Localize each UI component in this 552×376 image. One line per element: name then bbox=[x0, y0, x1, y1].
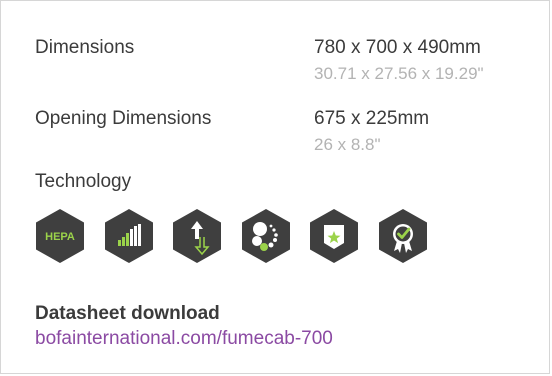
spec-label-opening-dimensions: Opening Dimensions bbox=[35, 108, 212, 129]
spec-subvalue-opening-dimensions: 26 x 8.8" bbox=[314, 135, 381, 154]
spec-value-dimensions: 780 x 700 x 490mm bbox=[314, 37, 481, 58]
shield-star-icon bbox=[308, 207, 360, 265]
signal-bars-icon bbox=[103, 207, 155, 265]
airflow-arrows-icon bbox=[171, 207, 223, 265]
spec-label-dimensions: Dimensions bbox=[35, 37, 135, 58]
spec-value-opening-dimensions: 675 x 225mm bbox=[314, 108, 430, 129]
technology-title: Technology bbox=[35, 171, 132, 192]
approved-badge-icon bbox=[377, 207, 429, 265]
spec-subvalue-dimensions: 30.71 x 27.56 x 19.29" bbox=[314, 64, 484, 83]
dots-cluster-icon bbox=[240, 207, 292, 265]
datasheet-download-link[interactable]: bofainternational.com/fumecab-700 bbox=[35, 328, 333, 350]
product-spec-card: Dimensions 780 x 700 x 490mm 30.71 x 27.… bbox=[0, 0, 550, 374]
technology-icons: HEPA bbox=[34, 207, 514, 265]
hepa-icon: HEPA bbox=[34, 207, 86, 265]
datasheet-download-title: Datasheet download bbox=[35, 303, 220, 324]
hepa-icon-text: HEPA bbox=[45, 231, 75, 243]
